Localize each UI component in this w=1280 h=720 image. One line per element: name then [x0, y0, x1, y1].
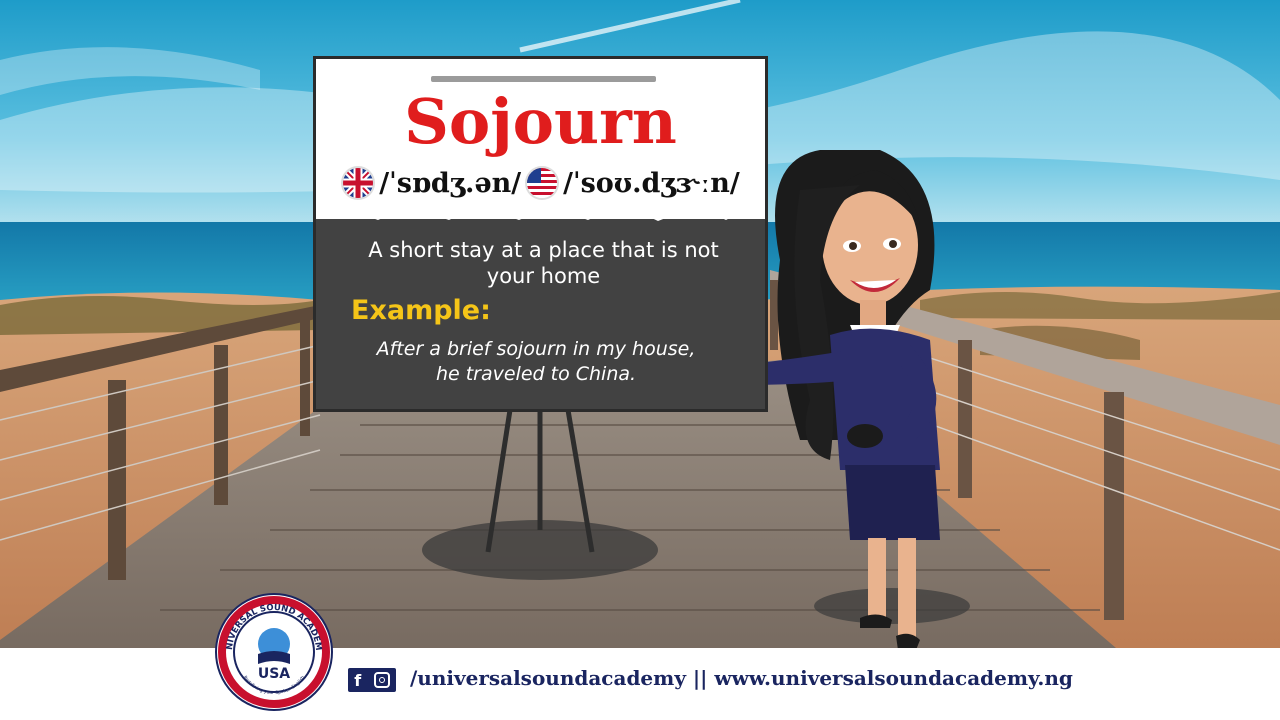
footer-links: /universalsoundacademy || www.universals…	[410, 666, 1073, 690]
definition-line-2: your home	[486, 264, 601, 288]
example-line-2: he traveled to China.	[435, 363, 637, 385]
definition-text: A short stay at a place that is not your…	[346, 237, 741, 289]
instagram-icon	[373, 672, 390, 688]
facebook-icon: f	[354, 670, 362, 690]
board-header: Sojourn /ˈsɒdʒ.ən/ /ˈsoʊ.dʒɝːn/	[316, 59, 765, 221]
example-line-1: After a brief sojourn in my house,	[376, 338, 696, 360]
torn-paper-edge	[316, 204, 765, 221]
word-board: Sojourn /ˈsɒdʒ.ən/ /ˈsoʊ.dʒɝːn/ A short …	[313, 56, 768, 412]
logo-center-text: USA	[258, 666, 290, 682]
board-top-bar	[431, 76, 656, 82]
pronunciation-row: /ˈsɒdʒ.ən/ /ˈsoʊ.dʒɝːn/	[316, 163, 765, 203]
example-label: Example:	[351, 295, 491, 326]
vocabulary-word: Sojourn	[404, 85, 677, 158]
us-flag-icon	[525, 166, 560, 200]
pronunciation-us: /ˈsoʊ.dʒɝːn/	[563, 167, 740, 199]
pronunciation-uk: /ˈsɒdʒ.ən/	[379, 167, 522, 199]
social-icons: f	[348, 668, 396, 692]
academy-logo: UNIVERSAL SOUND ACADEMY Redefining your …	[214, 592, 333, 711]
example-sentence: After a brief sojourn in my house, he tr…	[336, 337, 736, 387]
definition-line-1: A short stay at a place that is not	[368, 238, 719, 262]
uk-flag-icon	[341, 166, 376, 200]
lesson-scene: Sojourn /ˈsɒdʒ.ən/ /ˈsoʊ.dʒɝːn/ A short …	[0, 0, 1280, 720]
